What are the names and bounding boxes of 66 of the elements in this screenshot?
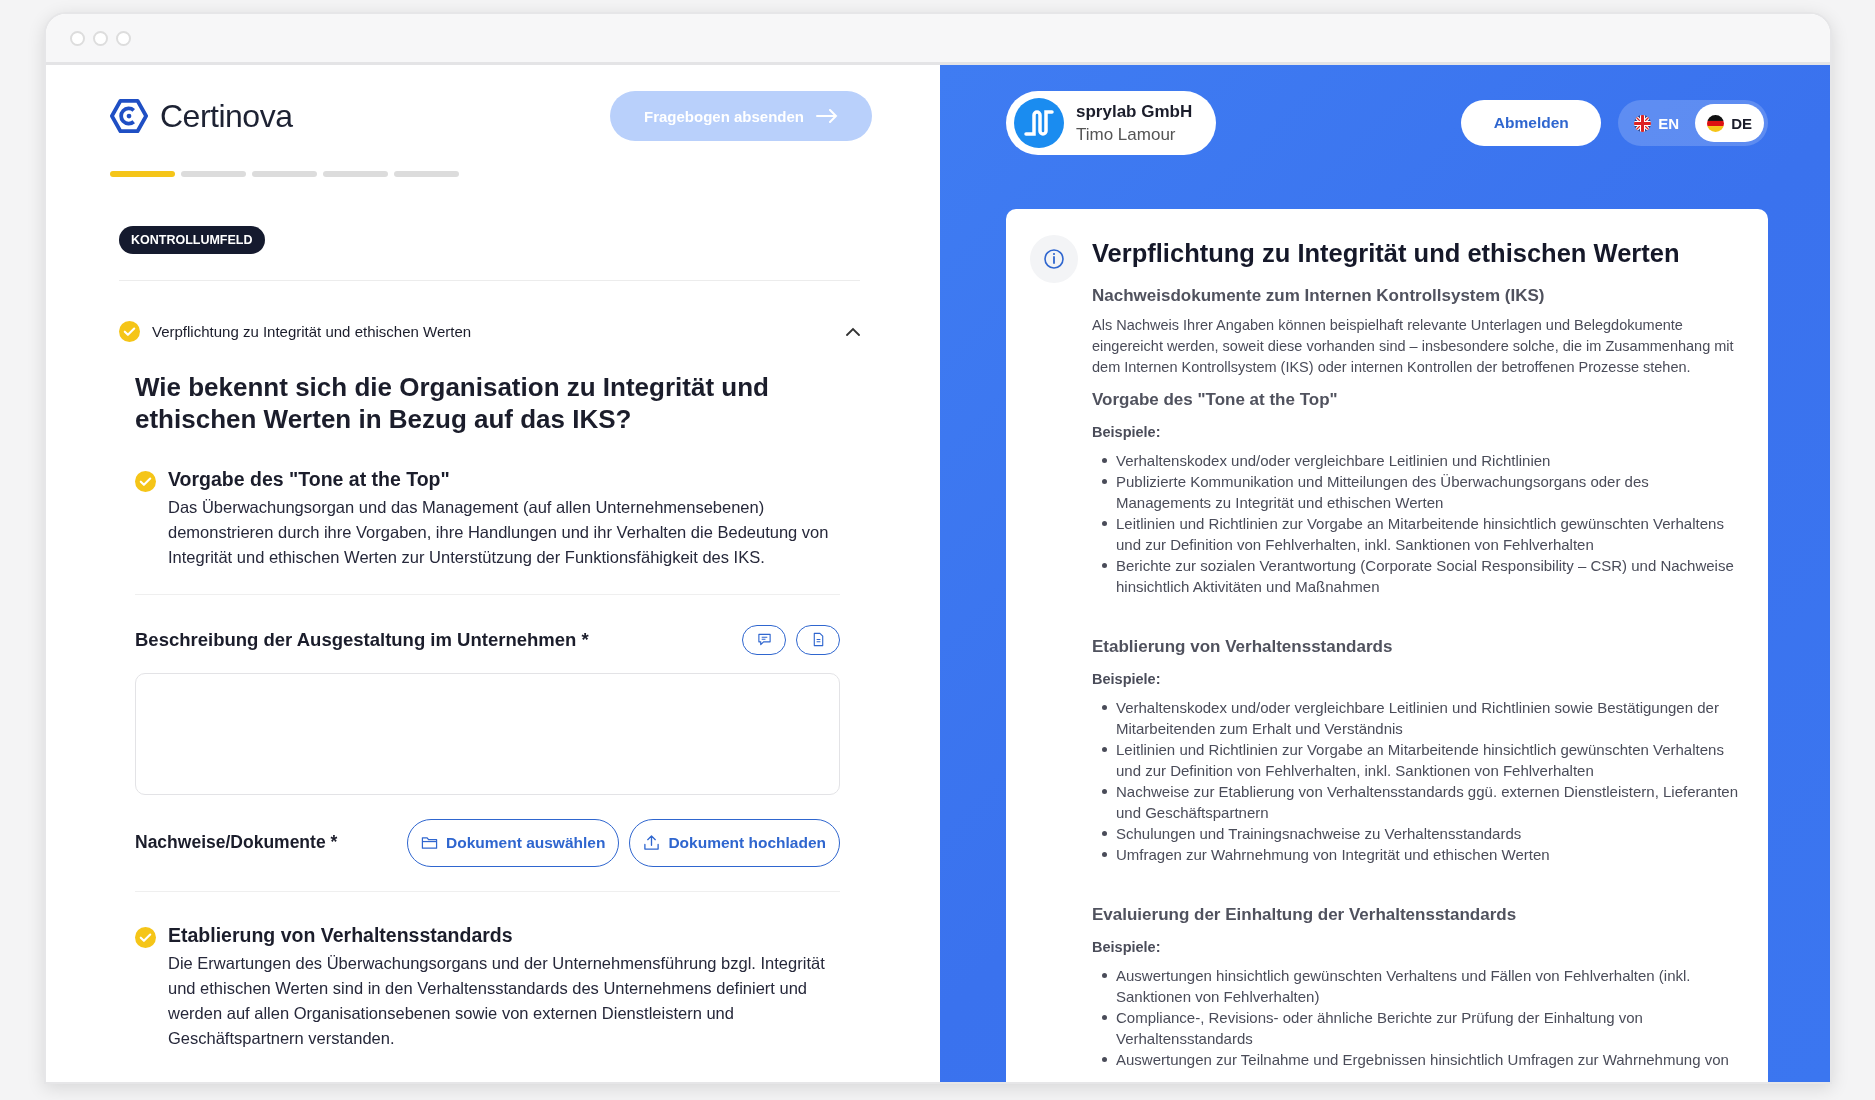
info-subtitle: Nachweisdokumente zum Internen Kontrollsystem (IKS) — [1092, 286, 1546, 306]
bullet-dot — [1102, 705, 1107, 710]
field-label: Beschreibung der Ausgestaltung im Unternehmen * — [135, 628, 589, 651]
example-item: Umfragen zur Wahrnehmung von Integrität und ethischen Werten — [1116, 845, 1550, 865]
info-icon — [1030, 235, 1078, 283]
upload-button[interactable]: Dokument hochladen — [629, 818, 840, 867]
category-badge: KONTROLLUMFELD — [119, 226, 265, 254]
speech-bubble-icon — [756, 632, 772, 648]
chevron-up-icon[interactable] — [846, 327, 860, 336]
window-control[interactable] — [70, 30, 85, 46]
logout-button[interactable]: Abmelden — [1461, 100, 1602, 146]
uk-flag-icon — [1634, 114, 1652, 132]
section-heading: Etablierung von Verhaltensstandards — [1092, 637, 1394, 657]
company-name: sprylab GmbH — [1076, 101, 1193, 122]
arrow-right-icon — [816, 109, 838, 123]
window-control[interactable] — [93, 30, 108, 46]
upload-icon — [643, 834, 661, 852]
section-title[interactable]: Verpflichtung zu Integrität und ethischen Werten — [152, 323, 834, 340]
bullet-dot — [1102, 563, 1107, 568]
examples-label: Beispiele: — [1092, 939, 1162, 955]
bullet-dot — [1102, 479, 1107, 484]
bullet-dot — [1102, 458, 1107, 463]
principle-text: Die Erwartungen des Überwachungsorgans und der Unternehmensführung bzgl. Integrität und ethischen Werten sind in den Verhaltensstandards des Unternehmens definiert und werden auf allen Organisationsebenen sowie von externen Dienstleistern und Geschäftspartnern verstanden. — [168, 952, 826, 1049]
example-item: Auswertungen zur Teilnahme und Ergebnissen hinsichtlich Umfragen zur Wahrnehmung von — [1116, 1050, 1729, 1070]
bullet-dot — [1102, 521, 1107, 526]
example-item: Verhaltenskodex und/oder vergleichbare Leitlinien und Richtlinien — [1116, 451, 1551, 471]
company-logo-icon — [1014, 98, 1064, 148]
info-title: Verpflichtung zu Integrität und ethischen Werten — [1092, 239, 1681, 268]
bullet-dot — [1102, 831, 1107, 836]
language-option[interactable]: EN — [1622, 104, 1692, 142]
bullet-dot — [1102, 852, 1107, 857]
bullet-dot — [1102, 747, 1107, 752]
example-item: Publizierte Kommunikation und Mitteilungen des Überwachungsorgans oder des Managements zu Integrität und ethischen Werten — [1116, 472, 1650, 513]
folder-icon — [421, 834, 439, 852]
window-control[interactable] — [116, 30, 131, 46]
principle-title: Etablierung von Verhaltensstandards — [168, 923, 514, 947]
example-item: Verhaltenskodex und/oder vergleichbare Leitlinien und Richtlinien sowie Bestätigungen der Mitarbeitenden zum Erhalt und Verständnis — [1116, 698, 1720, 739]
example-item: Berichte zur sozialen Verantwortung (Corporate Social Responsibility – CSR) und Nachweise hinsichtlich Aktivitäten und Maßnahmen — [1116, 556, 1735, 597]
description-field[interactable] — [135, 672, 840, 795]
example-item: Leitlinien und Richtlinien zur Vorgabe an Mitarbeitende hinsichtlich gewünschten Verhaltens und zur Definition von Fehlverhalten, inkl. Sanktionen von Fehlverhalten — [1116, 514, 1725, 555]
example-item: Nachweise zur Etablierung von Verhaltensstandards ggü. externen Dienstleistern, Lieferanten und Geschäftspartnern — [1116, 782, 1740, 823]
info-text: Als Nachweis Ihrer Angaben können beispielhaft relevante Unterlagen und Belegdokumente eingereicht werden, soweit diese vorhanden sind – insbesondere solche, die im Zusammenhang mit dem Internen Kontrollsystem (IKS) oder internen Kontrollen der betroffenen Prozesse stehen. — [1092, 316, 1735, 377]
principle-title: Vorgabe des "Tone at the Top" — [168, 467, 451, 491]
example-item: Compliance-, Revisions- oder ähnliche Berichte zur Prüfung der Einhaltung von Verhaltensstandards — [1116, 1008, 1644, 1049]
comment-button[interactable] — [742, 624, 786, 655]
examples-label: Beispiele: — [1092, 671, 1162, 687]
select-document-button[interactable]: Dokument auswählen — [407, 818, 620, 867]
bullet-dot — [1102, 1015, 1107, 1020]
section-heading: Evaluierung der Einhaltung der Verhaltensstandards — [1092, 905, 1518, 925]
examples-label: Beispiele: — [1092, 424, 1162, 440]
language-option[interactable]: DE — [1695, 104, 1764, 142]
document-button[interactable] — [796, 624, 840, 655]
example-item: Auswertungen hinsichtlich gewünschten Verhaltens und Fällen von Fehlverhalten (inkl. Sanktionen von Fehlverhalten) — [1116, 966, 1692, 1007]
example-item: Schulungen und Trainingsnachweise zu Verhaltensstandards — [1116, 824, 1522, 844]
bullet-dot — [1102, 789, 1107, 794]
principle-text: Das Überwachungsorgan und das Management (auf allen Unternehmensebenen) demonstrieren durch ihre Vorgaben, ihre Handlungen und ihr Verhalten die Bedeutung von Integrität und ethischen Werten zur Unterstützung der Funktionsfähigkeit des IKS. — [168, 496, 830, 568]
logo-wordmark: Certinova — [160, 97, 293, 135]
question-title: Wie bekennt sich die Organisation zu Integrität und ethischen Werten in Bezug auf das IKS? — [135, 372, 770, 436]
hexagon-logo-icon — [110, 97, 148, 135]
field-label: Nachweise/Dokumente * — [135, 832, 339, 854]
bullet-dot — [1102, 1057, 1107, 1062]
bullet-dot — [1102, 973, 1107, 978]
section-heading: Vorgabe des "Tone at the Top" — [1092, 390, 1339, 410]
example-item: Leitlinien und Richtlinien zur Vorgabe an Mitarbeitende hinsichtlich gewünschten Verhaltens und zur Definition von Fehlverhalten, inkl. Sanktionen von Fehlverhalten — [1116, 740, 1725, 781]
germany-flag-icon — [1707, 114, 1725, 132]
user-name: Timo Lamour — [1076, 124, 1177, 145]
